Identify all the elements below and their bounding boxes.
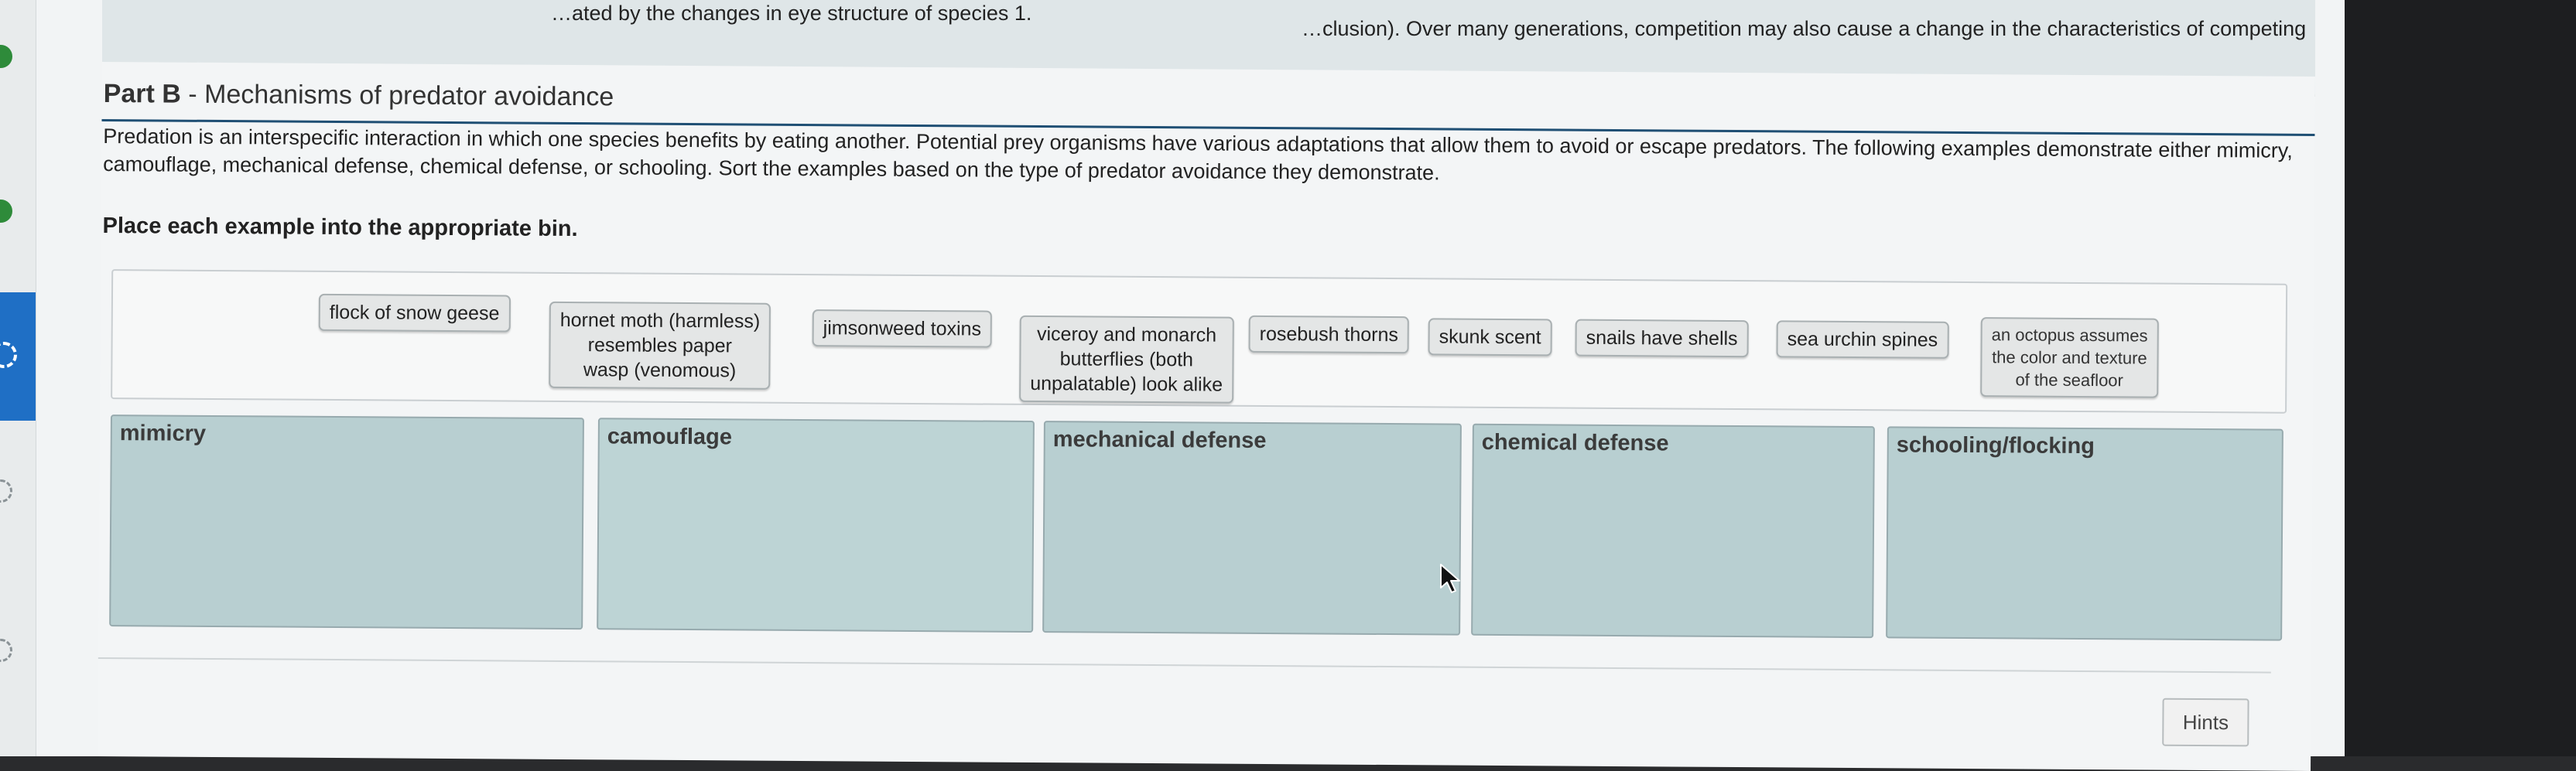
incomplete-part-icon[interactable] [0,639,12,662]
assignment-page: …ated by the changes in eye structure of… [0,0,2345,771]
bin-label: mechanical defense [1052,427,1267,453]
draggable-label[interactable]: an octopus assumes the color and texture… [1980,317,2159,398]
completed-part-icon[interactable] [0,200,12,223]
bin-mimicry[interactable]: mimicry [109,414,584,630]
label-text: hornet moth (harmless) [559,309,761,333]
part-title-text: - Mechanisms of predator avoidance [180,79,614,112]
label-text: unpalatable) look alike [1030,372,1223,396]
label-text: resembles paper [587,334,733,357]
completed-part-icon[interactable] [0,45,12,68]
label-text: wasp (venomous) [583,359,737,382]
draggable-label[interactable]: sea urchin spines [1776,320,1949,359]
hints-button[interactable]: Hints [2162,698,2249,747]
label-text: jimsonweed toxins [823,317,982,340]
label-text: the color and texture [1992,347,2147,368]
progress-gutter [0,0,36,756]
label-text: of the seafloor [2015,370,2124,391]
draggable-label[interactable]: flock of snow geese [318,293,511,333]
draggable-label[interactable]: rosebush thorns [1248,315,1410,354]
part-label: Part B [103,79,181,109]
mouse-pointer-icon [1440,564,1460,593]
current-part-indicator[interactable] [0,292,36,421]
label-text: rosebush thorns [1259,322,1399,346]
bin-camouflage[interactable]: camouflage [597,418,1035,633]
label-text: butterflies (both [1059,348,1194,371]
bin-schooling-flocking[interactable]: schooling/flocking [1886,426,2284,641]
label-text: an octopus assumes [1991,325,2148,346]
label-text: skunk scent [1439,326,1541,349]
divider [97,657,2271,674]
draggable-label[interactable]: hornet moth (harmless) resembles paper w… [549,301,771,390]
draggable-label[interactable]: viceroy and monarch butterflies (both un… [1019,315,1234,404]
in-progress-icon [0,342,17,368]
draggable-label[interactable]: skunk scent [1428,318,1552,357]
label-text: snails have shells [1586,326,1738,350]
label-text: viceroy and monarch [1036,323,1217,346]
bin-label: chemical defense [1481,429,1669,456]
incomplete-part-icon[interactable] [0,479,12,503]
previous-part-text: …clusion). Over many generations, compet… [1302,17,2307,40]
bin-label: mimicry [119,421,207,446]
answer-tray: flock of snow geese hornet moth (harmles… [111,269,2288,414]
part-title: Part B - Mechanisms of predator avoidanc… [104,79,614,112]
bin-mechanical-defense[interactable]: mechanical defense [1042,421,1462,636]
part-b-section: Part B - Mechanisms of predator avoidanc… [97,62,2315,771]
draggable-label[interactable]: snails have shells [1575,319,1749,358]
bin-label: schooling/flocking [1896,432,2095,459]
bin-chemical-defense[interactable]: chemical defense [1471,423,1875,639]
bin-row: mimicry camouflage mechanical defense ch… [109,414,2284,646]
draggable-label[interactable]: jimsonweed toxins [812,309,993,348]
label-text: flock of snow geese [329,301,500,325]
label-text: sea urchin spines [1787,328,1938,351]
bin-label: camouflage [607,424,733,450]
previous-part-text: …ated by the changes in eye structure of… [551,2,1032,25]
instruction-text: Place each example into the appropriate … [102,213,578,242]
screen-bezel [2345,0,2576,756]
